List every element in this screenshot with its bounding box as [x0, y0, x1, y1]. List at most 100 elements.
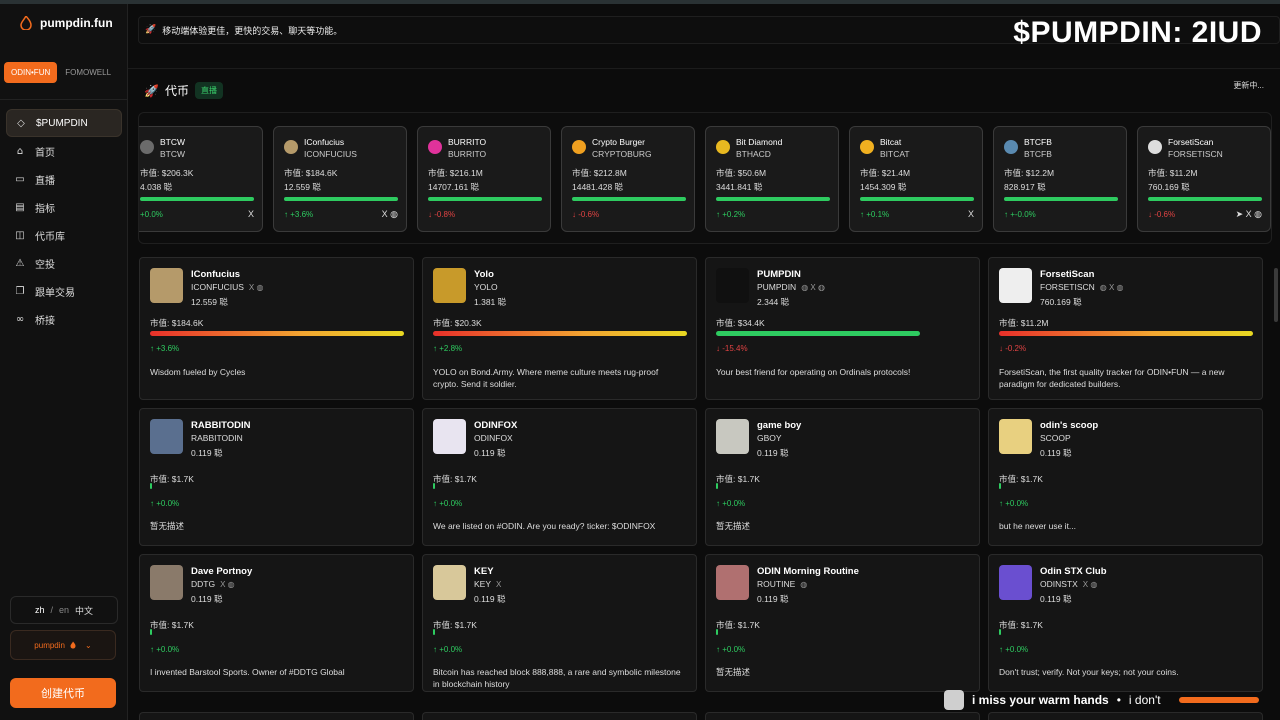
live-badge[interactable]: 直播 [194, 82, 223, 99]
sidebar-item[interactable]: ∞ 桥接 [6, 305, 122, 333]
social-links[interactable]: ◍ [800, 580, 807, 589]
price-change: ↑ +0.0% [433, 645, 463, 654]
holders: 0.119 聪 [1040, 448, 1072, 458]
sidebar-item-label: 空投 [35, 259, 55, 271]
token-avatar [716, 140, 730, 154]
token-symbol-row: ODINFOX [474, 433, 518, 443]
ticker-card[interactable]: Bit Diamond BTHACD 市值: $50.6M 3441.841 聪 ↑ +… [705, 126, 839, 232]
token-symbol-row: KEY X [474, 579, 501, 589]
token-card[interactable]: PUMPDIN PUMPDIN ◍ X ◍ 2.344 聪市值: $34.4K ↓ -1… [705, 257, 980, 400]
token-card[interactable]: game boy GBOY 0.119 聪市值: $1.7K ↑ +0.0% 暂无描述 [705, 408, 980, 546]
scrollbar[interactable] [1274, 268, 1278, 322]
token-card[interactable]: ODINFOX ODINFOX 0.119 聪市值: $1.7K ↑ +0.0% We … [422, 408, 697, 546]
price-change: ↑ +3.6% [150, 344, 180, 353]
social-links[interactable]: X [968, 209, 974, 219]
token-card[interactable]: odin's scoop SCOOP 0.119 聪市值: $1.7K ↑ +0.0%… [988, 408, 1263, 546]
token-card-partial[interactable] [139, 712, 414, 720]
token-card[interactable]: Yolo YOLO 1.381 聪市值: $20.3K ↑ +2.8% YOLO on … [422, 257, 697, 400]
token-card-partial[interactable] [422, 712, 697, 720]
ticker-card[interactable]: IConfucius ICONFUCIUS 市值: $184.6K 12.559 聪 ↑… [273, 126, 407, 232]
ticker-card[interactable]: ForsetiScan FORSETISCN 市值: $11.2M 760.169 聪… [1137, 126, 1271, 232]
price-change: ↓ -0.6% [1148, 210, 1176, 219]
price-change: ↓ -0.2% [999, 344, 1027, 353]
token-symbol-row: SCOOP [1040, 433, 1076, 443]
ticker-card[interactable]: BTCW BTCW 市值: $206.3K 4.038 聪 +0.0% X [139, 126, 263, 232]
token-symbol-row: YOLO [474, 282, 503, 292]
token-card[interactable]: RABBITODIN RABBITODIN 0.119 聪市值: $1.7K ↑ +0… [139, 408, 414, 546]
ticker-card[interactable]: Crypto Burger CRYPTOBURG 市值: $212.8M 14481.… [561, 126, 695, 232]
social-links[interactable]: X [496, 580, 501, 589]
token-ticker[interactable]: BTCW BTCW 市值: $206.3K 4.038 聪 +0.0% X IConfuci… [138, 112, 1272, 244]
social-links[interactable]: X ◍ [220, 580, 235, 589]
token-card[interactable]: KEY KEY X 0.119 聪市值: $1.7K ↑ +0.0% Bitcoin ha… [422, 554, 697, 692]
token-symbol: KEY [474, 579, 492, 589]
sidebar-item[interactable]: ▤ 指标 [6, 193, 122, 221]
token-card[interactable]: ForsetiScan FORSETISCN ◍ X ◍ 760.169 聪市值: $… [988, 257, 1263, 400]
sidebar-item[interactable]: ❐ 跟单交易 [6, 277, 122, 305]
tab-fomowell[interactable]: FOMOWELL [59, 62, 117, 83]
sidebar-item-label: 首页 [35, 147, 55, 159]
token-symbol: DDTG [191, 579, 216, 589]
token-card[interactable]: IConfucius ICONFUCIUS X ◍ 12.559 聪市值: $184.… [139, 257, 414, 400]
user-menu-button[interactable]: pumpdin ⌄ [10, 630, 116, 660]
progress-bar [716, 331, 920, 336]
social-links[interactable]: X ◍ [382, 209, 398, 220]
sidebar-item[interactable]: ◫ 代币库 [6, 221, 122, 249]
sidebar-item[interactable]: ◇ $PUMPDIN [6, 109, 122, 137]
lang-zh[interactable]: zh [35, 605, 45, 615]
tab-odin-fun[interactable]: ODIN•FUN [4, 62, 58, 83]
token-description: 暂无描述 [716, 521, 751, 531]
token-card[interactable]: Dave Portnoy DDTG X ◍ 0.119 聪市值: $1.7K ↑ +0.… [139, 554, 414, 692]
token-symbol: BITCAT [880, 149, 910, 159]
price-change: ↑ +0.2% [716, 210, 746, 219]
price-change: +0.0% [140, 210, 163, 219]
token-description: Wisdom fueled by Cycles [150, 367, 246, 377]
social-links[interactable]: X ◍ [1083, 580, 1098, 589]
market-cap: 市值: $1.7K [150, 474, 194, 484]
social-links[interactable]: ➤ X ◍ [1236, 209, 1262, 220]
price-change: ↑ +2.8% [433, 344, 463, 353]
social-links[interactable]: ◍ X ◍ [1100, 283, 1124, 292]
holders: 0.119 聪 [474, 594, 506, 604]
token-image [150, 268, 183, 303]
social-links[interactable]: ◍ X ◍ [801, 283, 825, 292]
token-avatar [572, 140, 586, 154]
token-avatar [428, 140, 442, 154]
section-title: 代币 [164, 84, 189, 98]
token-description: Bitcoin has reached block 888,888, a rar… [433, 667, 681, 689]
token-card-partial[interactable] [988, 712, 1263, 720]
lang-en[interactable]: en [59, 605, 69, 615]
market-cap: 市值: $1.7K [433, 620, 477, 630]
market-cap: 市值: $1.7K [999, 620, 1043, 630]
token-card-partial[interactable] [705, 712, 980, 720]
social-links[interactable]: X [248, 209, 254, 219]
holders: 0.119 聪 [1040, 594, 1072, 604]
market-cap: 市值: $34.4K [716, 318, 765, 328]
token-card[interactable]: Odin STX Club ODINSTX X ◍ 0.119 聪市值: $1.7K ↑… [988, 554, 1263, 692]
updating-status: 更新中... [1233, 81, 1264, 90]
nav-icon: ⌂ [16, 145, 24, 157]
section-header: 🚀 代币 直播 [144, 82, 223, 99]
lang-label: 中文 [75, 605, 94, 616]
token-symbol: ICONFUCIUS [191, 282, 244, 292]
flame-icon [70, 641, 76, 649]
holders: 0.119 聪 [191, 448, 223, 458]
sidebar-item[interactable]: ▭ 直播 [6, 165, 122, 193]
nav-icon: ◫ [15, 229, 25, 241]
ticker-card[interactable]: BURRITO BURRITO 市值: $216.1M 14707.161 聪 ↓ -0… [417, 126, 551, 232]
social-links[interactable]: X ◍ [249, 283, 264, 292]
ticker-card[interactable]: BTCFB BTCFB 市值: $12.2M 828.917 聪 ↑ +-0.0% [993, 126, 1127, 232]
progress-bar [433, 483, 435, 489]
progress-bar [150, 483, 152, 489]
token-name: ForsetiScan [1040, 269, 1095, 280]
sidebar-item[interactable]: ⌂ 首页 [6, 137, 122, 165]
progress-bar [150, 331, 404, 336]
holders: 1.381 聪 [474, 297, 507, 307]
brand-name: pumpdin.fun [40, 16, 113, 30]
token-card[interactable]: ODIN Morning Routine ROUTINE ◍ 0.119 聪市值: $… [705, 554, 980, 692]
language-switcher[interactable]: zh / en 中文 [10, 596, 118, 624]
create-token-button[interactable]: 创建代币 [10, 678, 116, 708]
brand[interactable]: pumpdin.fun [20, 16, 113, 30]
ticker-card[interactable]: Bitcat BITCAT 市值: $21.4M 1454.309 聪 ↑ +0.1% X [849, 126, 983, 232]
sidebar-item[interactable]: ⚠ 空投 [6, 249, 122, 277]
